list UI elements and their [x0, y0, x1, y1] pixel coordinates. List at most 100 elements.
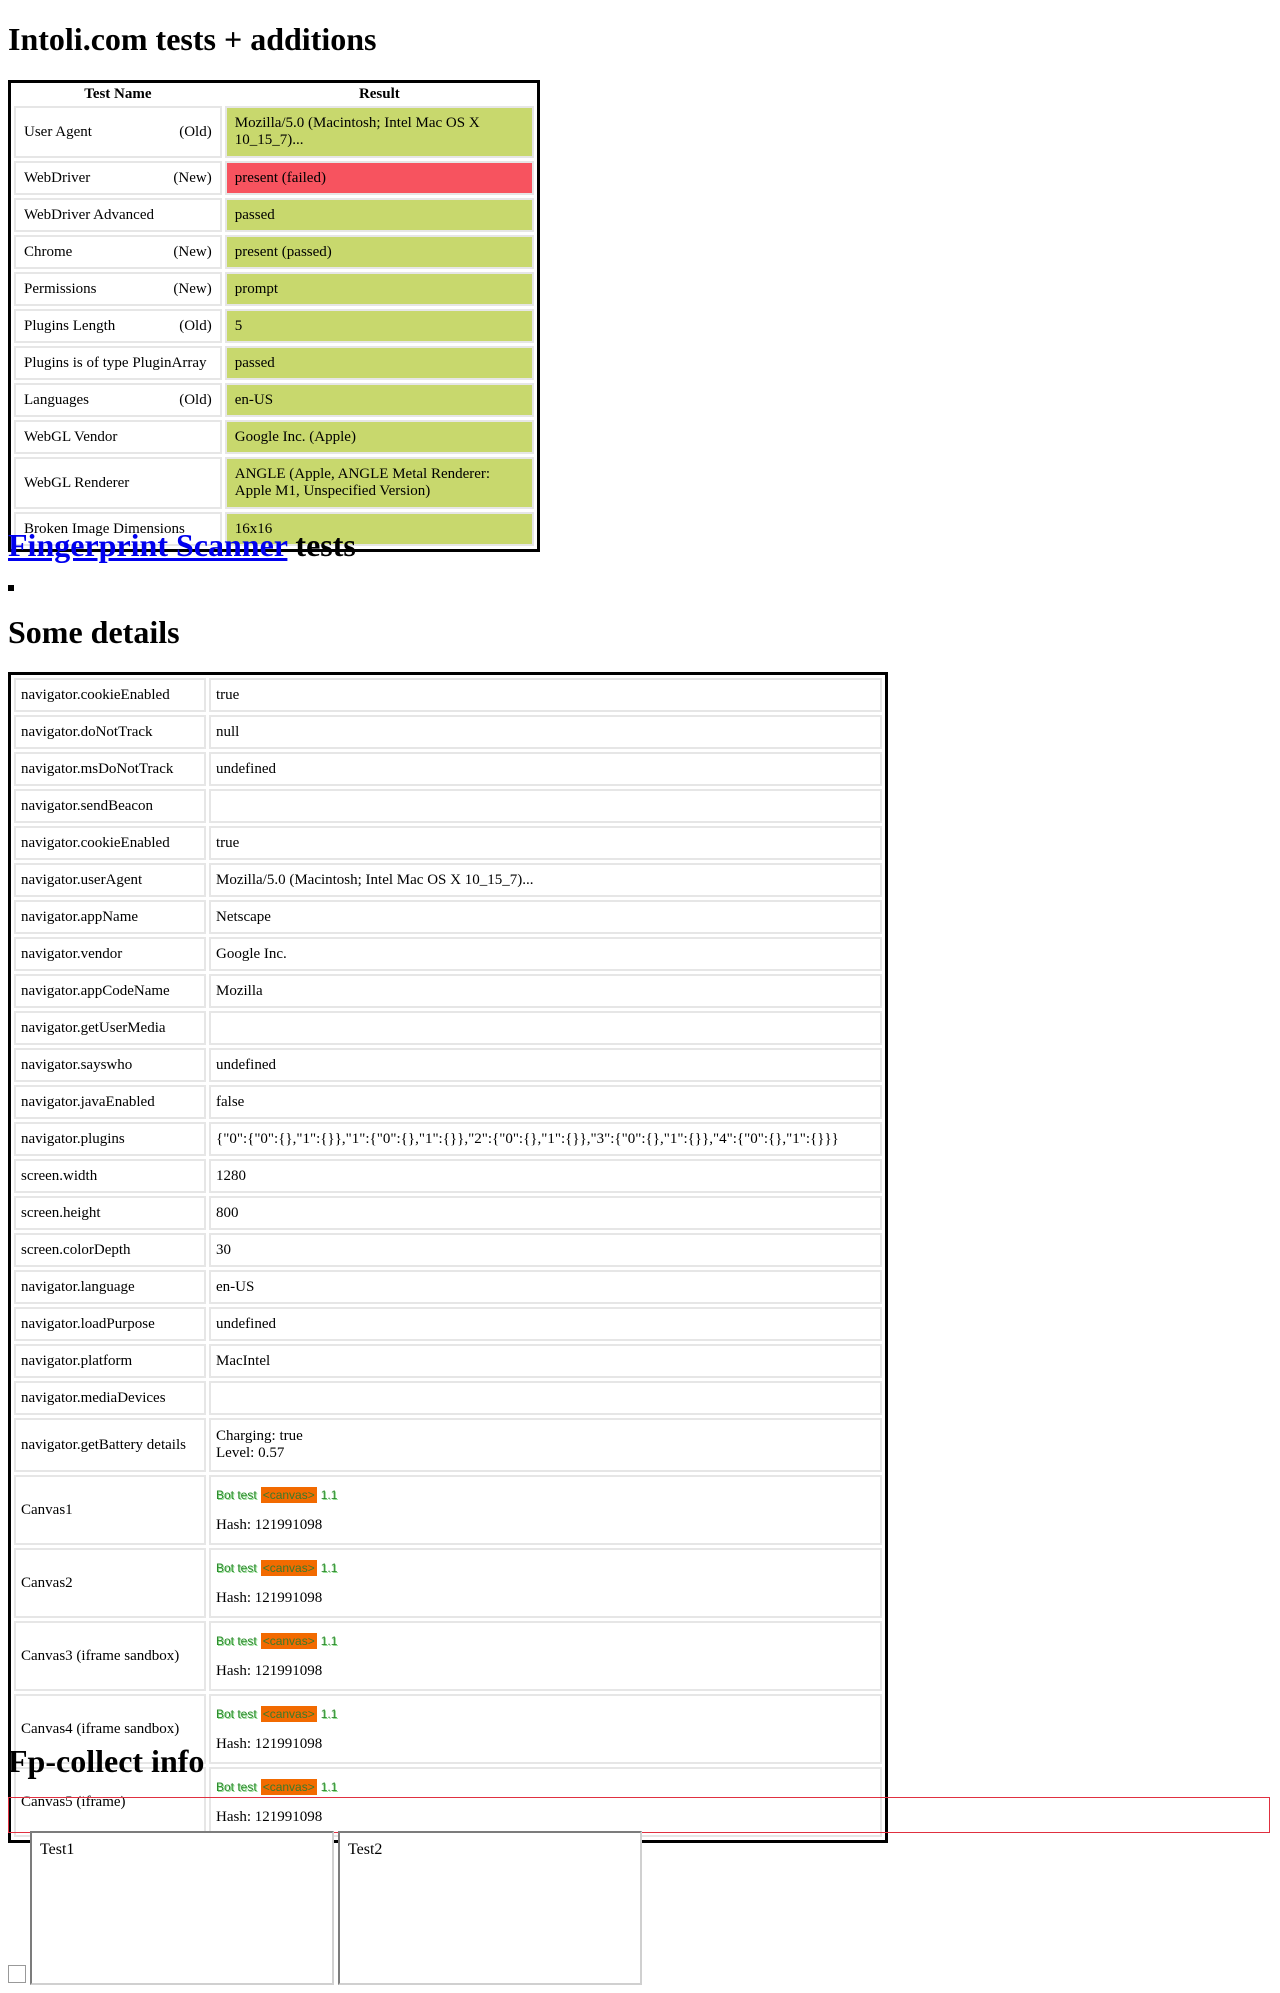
table-row: navigator.getBattery details Charging: tr…	[14, 1418, 882, 1472]
detail-key: navigator.sendBeacon	[14, 789, 206, 823]
canvas-version: 1.1	[320, 1560, 338, 1575]
battery-level: Level: 0.57	[216, 1445, 285, 1461]
detail-value: Netscape	[209, 900, 882, 934]
detail-value: true	[209, 826, 882, 860]
detail-key: navigator.language	[14, 1270, 206, 1304]
canvas-value: Bot test <canvas> 1.1 Hash: 121991098	[209, 1475, 882, 1545]
test-name: User Agent	[24, 123, 92, 140]
table-row: Canvas2 Bot test <canvas> 1.1 Hash: 12199109…	[14, 1548, 882, 1618]
table-row: Chrome (New) present (passed)	[14, 235, 534, 269]
detail-key: Canvas1	[14, 1475, 206, 1545]
canvas-hash: Hash: 121991098	[216, 1662, 323, 1679]
table-row: navigator.cookieEnabled true	[14, 826, 882, 860]
table-row: navigator.language en-US	[14, 1270, 882, 1304]
test-result: passed	[224, 346, 534, 380]
detail-value: {"0":{"0":{},"1":{}},"1":{"0":{},"1":{}}…	[209, 1122, 882, 1156]
test-tag: (New)	[173, 280, 212, 297]
table-row: WebDriver Advanced passed	[14, 198, 534, 232]
test-tag: (Old)	[179, 123, 212, 140]
test-name: Chrome	[24, 243, 73, 260]
detail-value: en-US	[209, 1270, 882, 1304]
table-row: navigator.vendor Google Inc.	[14, 937, 882, 971]
test-result: en-US	[224, 383, 534, 417]
test-name: WebGL Vendor	[24, 428, 118, 445]
table-row: WebDriver (New) present (failed)	[14, 161, 534, 195]
test-result: prompt	[224, 272, 534, 306]
detail-key: navigator.msDoNotTrack	[14, 752, 206, 786]
canvas-image: Bot test <canvas> 1.1	[216, 1559, 338, 1576]
test-name-cell: Chrome (New)	[14, 235, 222, 269]
detail-key: navigator.userAgent	[14, 863, 206, 897]
detail-key: navigator.cookieEnabled	[14, 826, 206, 860]
table-row: navigator.getUserMedia	[14, 1011, 882, 1045]
detail-value: true	[209, 678, 882, 712]
test-name-cell: WebDriver Advanced	[14, 198, 222, 232]
test-tag: (New)	[173, 169, 212, 186]
detail-key: navigator.appCodeName	[14, 974, 206, 1008]
test-result: Mozilla/5.0 (Macintosh; Intel Mac OS X 1…	[224, 106, 534, 158]
table-row: navigator.sayswho undefined	[14, 1048, 882, 1082]
detail-value: 30	[209, 1233, 882, 1267]
canvas-tag: <canvas>	[260, 1559, 317, 1576]
test-name: Plugins is of type PluginArray	[24, 354, 207, 371]
canvas-image: Bot test <canvas> 1.1	[216, 1705, 338, 1722]
table-row: navigator.doNotTrack null	[14, 715, 882, 749]
test-name: WebGL Renderer	[24, 474, 130, 491]
canvas-hash: Hash: 121991098	[216, 1589, 323, 1606]
detail-key: screen.colorDepth	[14, 1233, 206, 1267]
detail-key: screen.height	[14, 1196, 206, 1230]
canvas-version: 1.1	[320, 1633, 338, 1648]
canvas-tag: <canvas>	[260, 1778, 317, 1795]
table-row: navigator.msDoNotTrack undefined	[14, 752, 882, 786]
detail-value: undefined	[209, 1048, 882, 1082]
test-result: passed	[224, 198, 534, 232]
canvas-value: Bot test <canvas> 1.1 Hash: 121991098	[209, 1694, 882, 1764]
table-row: navigator.plugins {"0":{"0":{},"1":{}},"1…	[14, 1122, 882, 1156]
detail-key: navigator.loadPurpose	[14, 1307, 206, 1341]
canvas-image: Bot test <canvas> 1.1	[216, 1632, 338, 1649]
detail-value: Google Inc.	[209, 937, 882, 971]
col-header-test-name: Test Name	[84, 86, 152, 102]
canvas-tag: <canvas>	[260, 1486, 317, 1503]
test-name: WebDriver Advanced	[24, 206, 154, 223]
detail-key: screen.width	[14, 1159, 206, 1193]
test-name: Languages	[24, 391, 89, 408]
test-name-cell: WebGL Renderer	[14, 457, 222, 509]
detail-value	[209, 1381, 882, 1415]
test-result: 5	[224, 309, 534, 343]
canvas-version: 1.1	[320, 1706, 338, 1721]
canvas-tag: <canvas>	[260, 1632, 317, 1649]
test-result: present (passed)	[224, 235, 534, 269]
table-row: screen.colorDepth 30	[14, 1233, 882, 1267]
table-row: WebGL Vendor Google Inc. (Apple)	[14, 420, 534, 454]
detail-value: Mozilla/5.0 (Macintosh; Intel Mac OS X 1…	[209, 863, 882, 897]
canvas-value: Bot test <canvas> 1.1 Hash: 121991098	[209, 1621, 882, 1691]
canvas-text: Bot test	[216, 1560, 257, 1575]
canvas-tag: <canvas>	[260, 1705, 317, 1722]
detail-key: Canvas3 (iframe sandbox)	[14, 1621, 206, 1691]
iframe-test1[interactable]: Test1	[30, 1831, 334, 1985]
canvas-value: Bot test <canvas> 1.1 Hash: 121991098	[209, 1548, 882, 1618]
detail-key: navigator.mediaDevices	[14, 1381, 206, 1415]
detail-key: navigator.javaEnabled	[14, 1085, 206, 1119]
table-row: navigator.javaEnabled false	[14, 1085, 882, 1119]
detail-key: navigator.doNotTrack	[14, 715, 206, 749]
fingerprint-scanner-link[interactable]: Fingerprint Scanner	[8, 527, 287, 563]
test-tag: (New)	[173, 243, 212, 260]
test-result: ANGLE (Apple, ANGLE Metal Renderer: Appl…	[224, 457, 534, 509]
detail-value: undefined	[209, 752, 882, 786]
list-bullet	[8, 585, 14, 591]
canvas-version: 1.1	[320, 1487, 338, 1502]
test-name: Plugins Length	[24, 317, 116, 334]
iframe-row: Test1 Test2	[8, 1831, 646, 1985]
detail-value: MacIntel	[209, 1344, 882, 1378]
test-tag: (Old)	[179, 391, 212, 408]
table-row: navigator.cookieEnabled true	[14, 678, 882, 712]
detail-value: 1280	[209, 1159, 882, 1193]
detail-value: Mozilla	[209, 974, 882, 1008]
detail-key: navigator.vendor	[14, 937, 206, 971]
iframe-test2[interactable]: Test2	[338, 1831, 642, 1985]
table-row: navigator.userAgent Mozilla/5.0 (Macintos…	[14, 863, 882, 897]
fp-collect-heading: Fp-collect info	[8, 1743, 205, 1779]
detail-value: 800	[209, 1196, 882, 1230]
